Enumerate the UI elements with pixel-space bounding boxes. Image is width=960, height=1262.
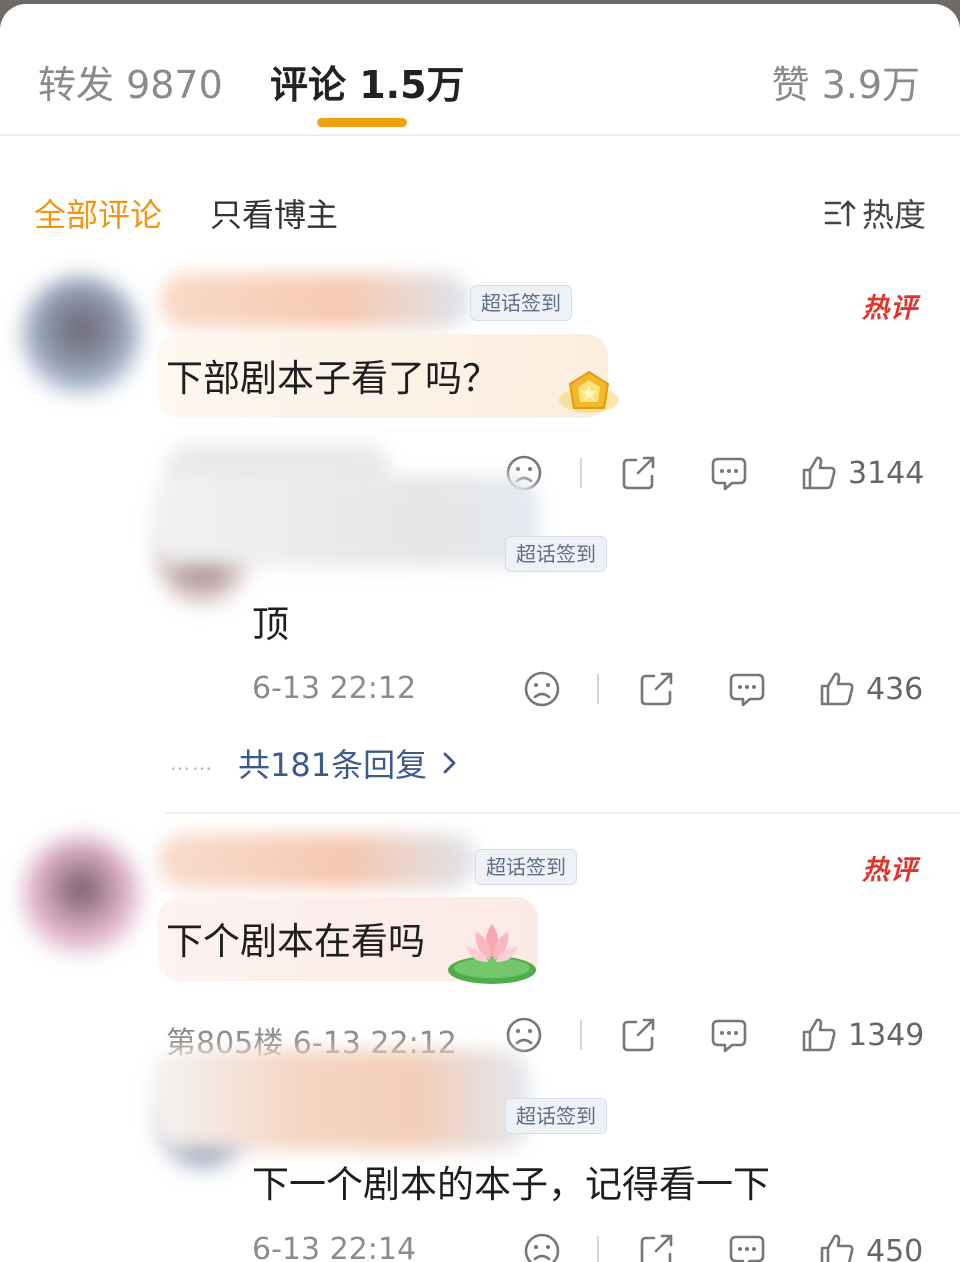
username-obscured[interactable] <box>150 476 540 566</box>
username-obscured[interactable] <box>150 1050 530 1150</box>
share-button[interactable] <box>638 1232 676 1262</box>
action-divider <box>597 1236 599 1262</box>
hot-comment-badge: 热评 <box>862 848 918 887</box>
like-count: 1349 <box>848 1017 925 1053</box>
like-count: 3144 <box>848 455 925 491</box>
username-obscured[interactable] <box>160 274 470 328</box>
super-topic-badge: 超话签到 <box>470 285 572 321</box>
tab-indicator <box>317 118 407 127</box>
dislike-button[interactable] <box>523 670 561 708</box>
action-divider <box>580 1020 582 1050</box>
reply-actions: 450 <box>0 1232 960 1262</box>
dislike-icon <box>523 670 561 708</box>
like-icon <box>818 1232 856 1262</box>
tab-bar: 转发 9870 评论 1.5万 赞 3.9万 <box>0 4 960 136</box>
like-icon <box>818 670 856 708</box>
like-icon <box>800 454 838 492</box>
share-icon <box>638 1232 676 1262</box>
dislike-button[interactable] <box>523 1232 561 1262</box>
tab-comments[interactable]: 评论 1.5万 <box>270 54 465 109</box>
sort-label: 热度 <box>861 196 926 234</box>
like-count: 450 <box>866 1233 924 1262</box>
comment-text: 下个剧本在看吗 <box>166 920 425 963</box>
hot-comment-badge: 热评 <box>862 286 918 325</box>
dislike-icon <box>523 1232 561 1262</box>
reply-actions: 436 <box>0 670 960 710</box>
like-icon <box>800 1016 838 1054</box>
sort-icon <box>824 198 856 228</box>
like-button[interactable]: 436 <box>818 670 923 708</box>
super-topic-badge: 超话签到 <box>505 1098 607 1134</box>
username-obscured[interactable] <box>158 834 476 888</box>
share-button[interactable] <box>638 670 676 708</box>
tab-likes[interactable]: 赞 3.9万 <box>771 54 920 109</box>
reply-text: 顶 <box>252 603 289 646</box>
dislike-button[interactable] <box>505 1016 543 1054</box>
comment-icon <box>728 670 766 708</box>
view-all-replies-link[interactable]: …… 共181条回复 <box>170 740 459 786</box>
share-icon <box>620 454 658 492</box>
super-topic-badge: 超话签到 <box>475 849 577 885</box>
reply-button[interactable] <box>728 670 766 708</box>
tab-repost[interactable]: 转发 9870 <box>38 54 223 109</box>
action-divider <box>597 674 599 704</box>
share-button[interactable] <box>620 1016 658 1054</box>
comment-icon <box>710 454 748 492</box>
share-button[interactable] <box>620 454 658 492</box>
medal-icon <box>556 366 622 422</box>
comment-icon <box>710 1016 748 1054</box>
comment-text: 下部剧本子看了吗？ <box>166 357 499 400</box>
more-replies-label: 共181条回复 <box>238 746 428 784</box>
reply-button[interactable] <box>710 454 748 492</box>
lotus-icon <box>446 914 542 990</box>
reply-button[interactable] <box>710 1016 748 1054</box>
action-divider <box>580 458 582 488</box>
comment-divider <box>165 812 960 814</box>
filter-all-comments[interactable]: 全部评论 <box>34 190 162 236</box>
more-dots: …… <box>170 751 214 775</box>
comment-sheet: 转发 9870 评论 1.5万 赞 3.9万 全部评论 只看博主 热度 超话签到… <box>0 4 960 1262</box>
filter-blogger-only[interactable]: 只看博主 <box>210 190 338 236</box>
avatar[interactable] <box>22 276 140 394</box>
sort-button[interactable]: 热度 <box>824 190 926 236</box>
like-button[interactable]: 3144 <box>800 454 924 492</box>
like-button[interactable]: 1349 <box>800 1016 924 1054</box>
like-button[interactable]: 450 <box>818 1232 923 1262</box>
dislike-icon <box>505 1016 543 1054</box>
chevron-right-icon <box>441 749 459 777</box>
reply-text: 下一个剧本的本子，记得看一下 <box>252 1163 770 1206</box>
super-topic-badge: 超话签到 <box>505 536 607 572</box>
reply-button[interactable] <box>728 1232 766 1262</box>
avatar[interactable] <box>22 836 140 954</box>
like-count: 436 <box>866 671 924 707</box>
share-icon <box>638 670 676 708</box>
comment-icon <box>728 1232 766 1262</box>
share-icon <box>620 1016 658 1054</box>
